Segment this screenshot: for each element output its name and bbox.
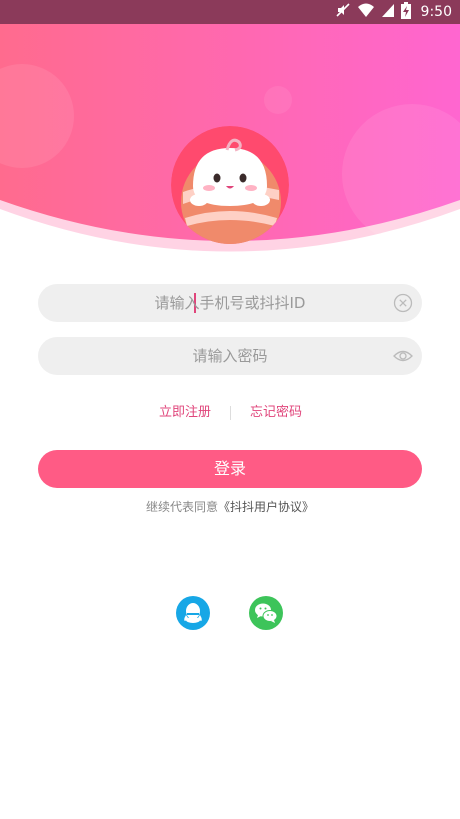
status-time: 9:50	[420, 4, 452, 20]
status-bar: 9:50	[0, 0, 460, 24]
login-button[interactable]: 登录	[38, 450, 422, 488]
user-agreement-link[interactable]: 《抖抖用户协议》	[218, 500, 314, 514]
clear-circle-icon[interactable]	[393, 293, 413, 313]
signal-icon	[381, 2, 395, 22]
battery-charging-icon	[400, 1, 411, 23]
wifi-icon	[357, 2, 375, 22]
wechat-login-button[interactable]	[249, 596, 283, 630]
links-divider	[230, 406, 231, 420]
password-input[interactable]: 请输入密码	[38, 337, 422, 375]
password-input-placeholder: 请输入密码	[192, 347, 268, 365]
mascot-avatar	[171, 126, 289, 244]
login-screen: 9:50 请输入手机号或抖抖ID 请输入密码 立即注册 忘记密码 登录 继续代表…	[0, 0, 460, 819]
no-sound-icon	[335, 2, 351, 22]
register-link[interactable]: 立即注册	[159, 402, 211, 424]
phone-input[interactable]: 请输入手机号或抖抖ID	[38, 284, 422, 322]
agreement-text: 继续代表同意《抖抖用户协议》	[0, 497, 460, 517]
qq-login-button[interactable]	[176, 596, 210, 630]
agreement-prefix: 继续代表同意	[145, 500, 218, 514]
forgot-password-link[interactable]: 忘记密码	[250, 402, 302, 424]
phone-input-placeholder: 请输入手机号或抖抖ID	[154, 294, 306, 312]
account-links: 立即注册 忘记密码	[0, 402, 460, 424]
eye-icon[interactable]	[393, 346, 413, 366]
status-icons: 9:50	[335, 1, 452, 23]
